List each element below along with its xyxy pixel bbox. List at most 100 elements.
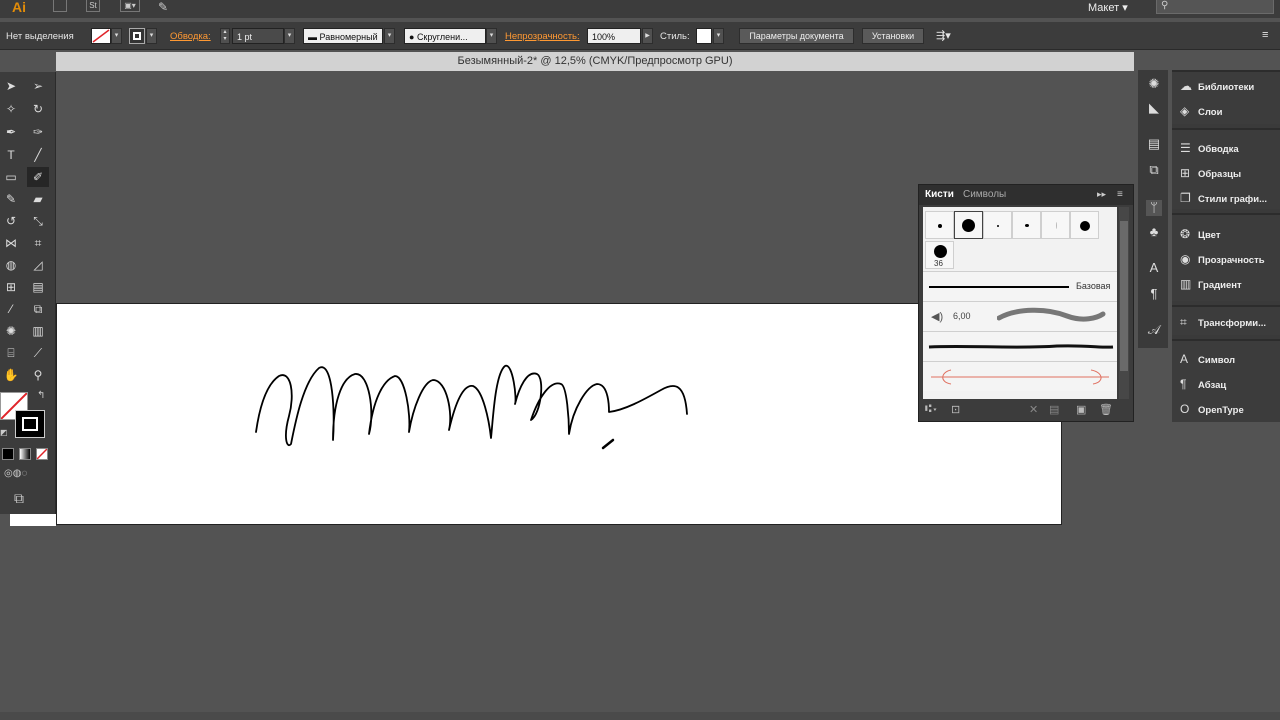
scale-tool-icon[interactable]: ⤡ [27,211,49,231]
swap-fill-stroke-icon[interactable]: ↰ [37,390,45,401]
character-styles-icon[interactable]: A [1146,260,1162,276]
calligraphic-brush-36[interactable]: 36 [925,241,954,269]
type-tool-icon[interactable]: T [0,145,22,165]
brushes-icon[interactable]: ᛘ [1146,200,1162,216]
free-transform-tool-icon[interactable]: ⌗ [27,233,49,253]
calligraphic-brush-large[interactable] [954,211,983,239]
opacity-slider-toggle[interactable]: ▶ [642,28,653,44]
new-brush-icon[interactable]: ▣ [1076,403,1086,416]
dock-item-transform[interactable]: ⌗ Трансформи... [1180,312,1266,332]
artboard-tool-icon[interactable]: ⌸ [0,343,22,363]
selection-tool-icon[interactable]: ➤ [0,76,22,96]
panel-menu-icon[interactable]: ≡ [1262,29,1268,41]
delete-brush-icon[interactable]: 🗑 [1099,403,1113,416]
dock-item-character[interactable]: A Символ [1180,349,1235,369]
pen-tool-icon[interactable]: ✒ [0,122,22,142]
screen-mode-icon[interactable]: ⧉ [14,490,24,507]
scribble-drawing[interactable] [57,304,1061,524]
calligraphic-brush-small[interactable] [925,211,954,239]
arrow-brush-row[interactable] [923,361,1117,391]
calligraphic-brush-round[interactable] [1070,211,1099,239]
basic-brush-row[interactable]: Базовая [923,271,1117,301]
stroke-indicator[interactable] [15,410,45,438]
dock-item-opentype[interactable]: O OpenType [1180,399,1244,419]
default-colors-icon[interactable]: ◩ [0,428,8,437]
dock-item-color[interactable]: ❂ Цвет [1180,224,1220,244]
feather-icon[interactable]: ✎ [158,0,168,14]
dock-item-libraries[interactable]: ☁ Библиотеки [1180,76,1254,96]
eyedropper-tool-icon[interactable]: ⁄ [0,299,22,319]
mesh-tool-icon[interactable]: ⊞ [0,277,22,297]
color-mode-icon[interactable] [2,448,14,460]
zoom-tool-icon[interactable]: ⚲ [27,365,49,385]
dock-item-layers[interactable]: ◈ Слои [1180,101,1222,121]
opacity-field[interactable]: 100% [587,28,641,44]
none-mode-icon[interactable] [36,448,48,460]
stroke-weight-field[interactable]: 1 pt [232,28,284,44]
artboard[interactable] [56,303,1062,525]
brush-dropdown[interactable]: ▾ [486,28,497,44]
align-icon[interactable]: ▤ [1146,136,1162,152]
style-dropdown[interactable]: ▾ [713,28,724,44]
width-tool-icon[interactable]: ⋈ [0,233,22,253]
document-tab[interactable]: Безымянный-2* @ 12,5% (CMYK/Предпросмотр… [56,52,1134,71]
preferences-button[interactable]: Установки [862,28,924,44]
eraser-tool-icon[interactable]: ▰ [27,189,49,209]
brush-library-icon[interactable]: ⑆▾ [925,403,938,415]
dock-item-gradient[interactable]: ▥ Градиент [1180,274,1242,294]
dock-item-paragraph[interactable]: ¶ Абзац [1180,374,1226,394]
panel-menu-icon[interactable]: ≡ [1117,189,1123,200]
search-input[interactable]: ⚲ [1156,0,1274,14]
column-graph-tool-icon[interactable]: ▥ [27,321,49,341]
perspective-grid-tool-icon[interactable]: ◿ [27,255,49,275]
stroke-weight-dropdown[interactable]: ▾ [284,28,295,44]
remove-stroke-icon[interactable]: ✕ [1029,403,1038,416]
curvature-tool-icon[interactable]: ✑ [27,122,49,142]
stroke-swatch[interactable] [129,28,145,44]
symbols-icon[interactable]: ♣ [1146,224,1162,240]
arrange-documents-icon[interactable]: ▣▾ [120,0,140,12]
libraries-panel-icon[interactable]: ⊡ [951,403,960,416]
art-brush-row[interactable]: ◀) 6,00 [923,301,1117,331]
dock-item-swatches[interactable]: ⊞ Образцы [1180,163,1241,183]
rotate-tool-icon[interactable]: ↺ [0,211,22,231]
opacity-label[interactable]: Непрозрачность: [505,31,580,42]
options-icon[interactable]: ▤ [1049,403,1059,416]
rectangle-tool-icon[interactable]: ▭ [0,167,22,187]
slice-tool-icon[interactable]: ⟋ [27,343,49,363]
dock-item-stroke[interactable]: ☰ Обводка [1180,138,1239,158]
dock-item-transparency[interactable]: ◉ Прозрачность [1180,249,1265,269]
blend-tool-icon[interactable]: ⧉ [27,299,49,319]
magic-wand-tool-icon[interactable]: ✧ [0,99,22,119]
calligraphic-brush-tiny[interactable] [983,211,1012,239]
pathfinder-icon[interactable]: ⧉ [1146,162,1162,178]
brush-definition[interactable]: ● Скруглени... [404,28,486,44]
calligraphic-brush-thin[interactable] [1041,211,1070,239]
gradient-tool-icon[interactable]: ▤ [27,277,49,297]
draw-normal-icon[interactable]: ◎◍◌ [4,468,27,479]
shaper-tool-icon[interactable]: ✎ [0,189,22,209]
hand-tool-icon[interactable]: ✋ [0,365,22,385]
workspace-switcher[interactable]: Макет ▾ [1088,1,1128,14]
properties-icon[interactable]: ✺ [1146,76,1162,92]
symbol-sprayer-tool-icon[interactable]: ✺ [0,321,22,341]
dock-item-graphic-styles[interactable]: ❐ Стили графи... [1180,188,1267,208]
variable-width-profile[interactable]: ▬ Равномерный [303,28,383,44]
lasso-tool-icon[interactable]: ↻ [27,99,49,119]
navigator-icon[interactable]: ◣ [1146,100,1162,116]
profile-dropdown[interactable]: ▾ [384,28,395,44]
paragraph-styles-icon[interactable]: ¶ [1146,286,1162,302]
stroke-stepper[interactable]: ▴ ▾ [220,28,230,44]
layout-icon[interactable] [53,0,67,12]
charcoal-brush-row[interactable] [923,331,1117,361]
fill-dropdown[interactable]: ▾ [111,28,122,44]
glyphs-icon[interactable]: 𝒜 [1146,322,1162,338]
calligraphic-brush-oval[interactable] [1012,211,1041,239]
paintbrush-tool-icon[interactable]: ✐ [27,167,49,187]
tab-brushes[interactable]: Кисти [925,189,954,200]
tab-symbols[interactable]: Символы [963,189,1006,200]
arrange-icon[interactable]: ⇶▾ [936,29,951,42]
graphic-style-swatch[interactable] [696,28,712,44]
stroke-dropdown[interactable]: ▾ [146,28,157,44]
scrollbar-thumb[interactable] [1120,221,1128,371]
